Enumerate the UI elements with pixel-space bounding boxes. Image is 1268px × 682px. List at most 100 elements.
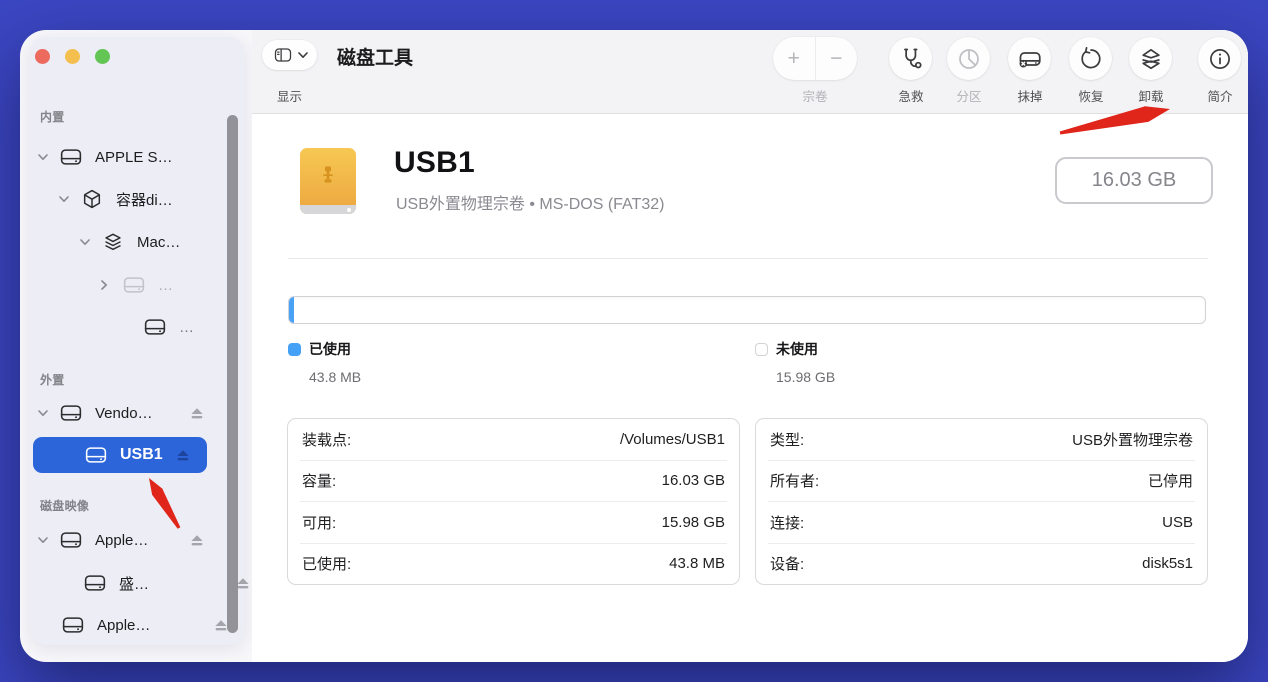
disk-icon <box>85 444 107 466</box>
container-cube-icon <box>81 188 103 210</box>
detail-row-connection: 连接: USB <box>768 501 1195 543</box>
sidebar-item-label: USB1 <box>120 446 163 464</box>
chevron-down-icon[interactable] <box>80 238 92 247</box>
info-button[interactable] <box>1198 37 1241 80</box>
detail-row-mount-point: 装载点: /Volumes/USB1 <box>300 419 727 460</box>
disk-icon <box>144 316 166 338</box>
disk-icon <box>123 274 145 296</box>
volume-group-label: 宗卷 <box>783 86 847 105</box>
volume-title: USB1 <box>394 146 475 180</box>
detail-label: 连接: <box>770 512 804 533</box>
legend-free: 未使用 15.98 GB <box>755 339 835 385</box>
detail-row-capacity: 容量: 16.03 GB <box>300 460 727 502</box>
pie-icon <box>956 46 982 72</box>
usage-bar-used <box>289 297 294 323</box>
detail-row-type: 类型: USB外置物理宗卷 <box>768 419 1195 460</box>
sidebar-item-label: Mac… <box>137 234 180 251</box>
used-value: 43.8 MB <box>309 369 361 385</box>
sidebar-item-usb1-selected[interactable]: USB1 <box>33 437 207 473</box>
partition-button <box>947 37 990 80</box>
first-aid-label: 急救 <box>879 86 943 105</box>
sidebar-section-external: 外置 <box>40 371 65 388</box>
info-label: 简介 <box>1188 86 1248 105</box>
chevron-down-icon[interactable] <box>38 153 50 162</box>
sidebar-item-apple-image-2[interactable]: Apple… <box>30 611 277 639</box>
detail-label: 可用: <box>302 512 336 533</box>
detail-row-used: 已使用: 43.8 MB <box>300 543 727 585</box>
disk-icon <box>60 146 82 168</box>
chevron-down-icon <box>298 52 308 59</box>
usb-drive-icon-base <box>300 205 356 214</box>
eject-icon[interactable] <box>176 448 190 462</box>
add-volume-button: + <box>773 37 816 80</box>
sidebar-item-label: 容器di… <box>116 189 173 210</box>
detail-label: 装载点: <box>302 429 351 450</box>
restore-icon <box>1078 46 1104 72</box>
erase-disk-icon <box>1017 46 1043 72</box>
toggle-sidebar-button[interactable] <box>262 40 317 70</box>
sidebar-item-vendor-disk[interactable]: Vendo… <box>30 399 253 427</box>
sidebar-item-label: … <box>158 277 173 294</box>
traffic-lights <box>35 49 125 64</box>
detail-value: 16.03 GB <box>662 472 725 489</box>
restore-label: 恢复 <box>1059 86 1123 105</box>
header-divider <box>288 258 1208 259</box>
first-aid-button[interactable] <box>889 37 932 80</box>
sidebar-section-internal: 内置 <box>40 108 65 125</box>
detail-row-device: 设备: disk5s1 <box>768 543 1195 585</box>
capacity-badge: 16.03 GB <box>1055 157 1213 204</box>
detail-label: 所有者: <box>770 470 819 491</box>
sidebar: 内置 APPLE S… 容器di… Mac… … <box>30 37 245 645</box>
sidebar-item-label: 盛… <box>119 573 149 594</box>
volume-subtitle: USB外置物理宗卷 • MS-DOS (FAT32) <box>396 190 664 214</box>
eject-stack-icon <box>1138 46 1164 72</box>
detail-value: 已停用 <box>1148 470 1193 491</box>
sidebar-scrollbar[interactable] <box>227 115 238 633</box>
main-area: 显示 磁盘工具 + − 宗卷 急救 分区 抹掉 <box>252 30 1248 662</box>
desktop: 内置 APPLE S… 容器di… Mac… … <box>0 0 1268 682</box>
sidebar-item-apple-ssd[interactable]: APPLE S… <box>30 143 253 171</box>
disk-icon <box>84 572 106 594</box>
free-label: 未使用 <box>776 339 818 359</box>
sidebar-item-label: APPLE S… <box>95 149 173 166</box>
erase-button[interactable] <box>1008 37 1051 80</box>
eject-icon[interactable] <box>190 406 204 420</box>
toolbar: 显示 磁盘工具 + − 宗卷 急救 分区 抹掉 <box>252 30 1248 114</box>
erase-label: 抹掉 <box>998 86 1062 105</box>
detail-value: 15.98 GB <box>662 514 725 531</box>
details-card-right: 类型: USB外置物理宗卷 所有者: 已停用 连接: USB 设备: disk5… <box>755 418 1208 585</box>
sidebar-item-label: Apple… <box>95 532 148 549</box>
detail-value: USB外置物理宗卷 <box>1072 429 1193 450</box>
remove-volume-button: − <box>816 37 858 80</box>
unmount-label: 卸载 <box>1119 86 1183 105</box>
chevron-right-icon[interactable] <box>101 281 113 290</box>
eject-icon[interactable] <box>190 533 204 547</box>
disk-icon <box>62 614 84 636</box>
volume-add-remove-group: + − <box>773 37 857 80</box>
stethoscope-icon <box>898 46 924 72</box>
app-title: 磁盘工具 <box>337 43 413 70</box>
usb-symbol <box>316 156 340 196</box>
free-value: 15.98 GB <box>776 369 835 385</box>
chevron-down-icon[interactable] <box>59 195 71 204</box>
unmount-button[interactable] <box>1129 37 1172 80</box>
close-button[interactable] <box>35 49 50 64</box>
detail-row-available: 可用: 15.98 GB <box>300 501 727 543</box>
minimize-button[interactable] <box>65 49 80 64</box>
usage-bar <box>288 296 1206 324</box>
eject-icon[interactable] <box>236 576 250 590</box>
restore-button[interactable] <box>1069 37 1112 80</box>
eject-icon[interactable] <box>214 618 228 632</box>
detail-value: /Volumes/USB1 <box>620 431 725 448</box>
free-swatch <box>755 343 768 356</box>
chevron-down-icon[interactable] <box>38 536 50 545</box>
used-label: 已使用 <box>309 339 351 359</box>
details-card-left: 装载点: /Volumes/USB1 容量: 16.03 GB 可用: 15.9… <box>287 418 740 585</box>
detail-value: disk5s1 <box>1142 555 1193 572</box>
usb-drive-icon <box>300 148 356 214</box>
chevron-down-icon[interactable] <box>38 409 50 418</box>
detail-label: 容量: <box>302 470 336 491</box>
sidebar-item-apple-image[interactable]: Apple… <box>30 526 253 554</box>
zoom-button[interactable] <box>95 49 110 64</box>
detail-row-owner: 所有者: 已停用 <box>768 460 1195 502</box>
